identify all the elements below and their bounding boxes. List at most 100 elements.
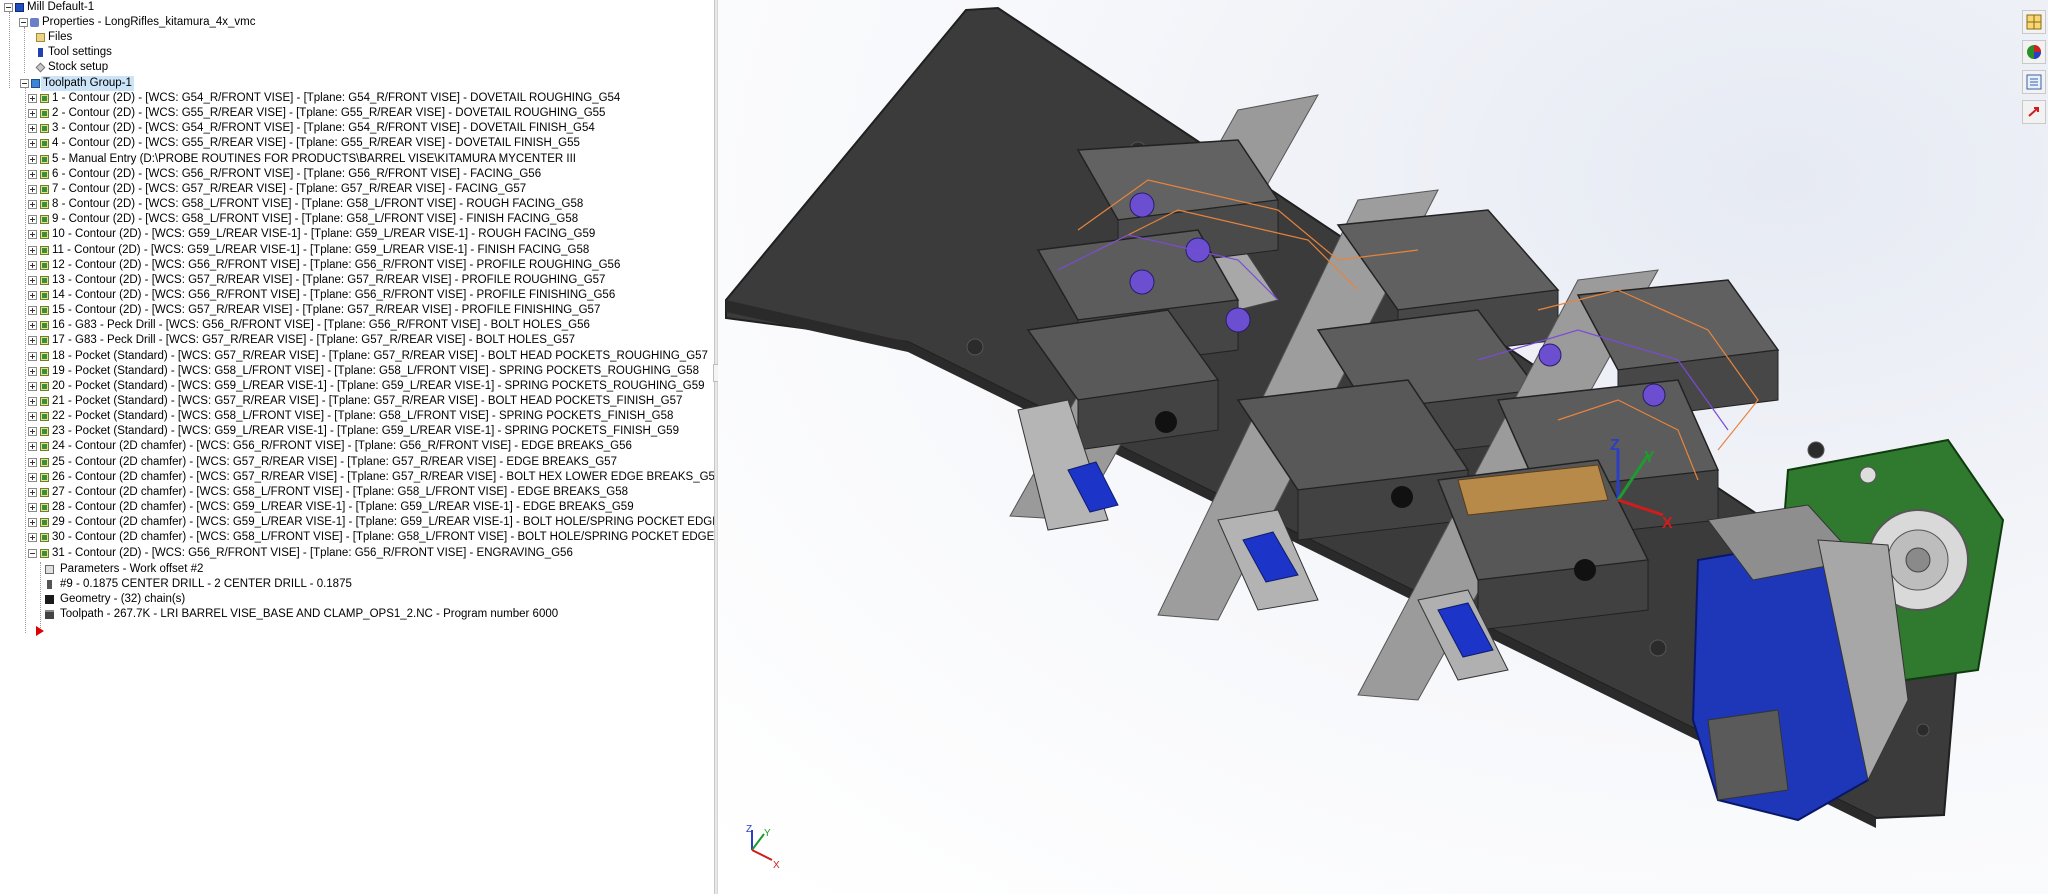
view-cube-icon xyxy=(2026,14,2042,30)
expand-icon[interactable] xyxy=(28,275,37,285)
tree-node-label: 21 - Pocket (Standard) - [WCS: G57_R/REA… xyxy=(52,395,683,407)
tree-node-label: #9 - 0.1875 CENTER DRILL - 2 CENTER DRIL… xyxy=(60,578,352,590)
expand-icon[interactable] xyxy=(28,487,37,497)
operation-icon xyxy=(40,94,49,103)
expand-icon[interactable] xyxy=(28,124,37,134)
expand-icon[interactable] xyxy=(28,457,37,467)
operation-icon xyxy=(40,260,49,270)
expand-icon[interactable] xyxy=(28,472,37,482)
tree-node-label: 17 - G83 - Peck Drill - [WCS: G57_R/REAR… xyxy=(52,334,575,347)
tree-node-label: 5 - Manual Entry (D:\PROBE ROUTINES FOR … xyxy=(52,152,576,165)
tree-node-label: 14 - Contour (2D) - [WCS: G56_R/FRONT VI… xyxy=(52,289,616,301)
expand-icon[interactable] xyxy=(28,427,37,437)
operation-icon xyxy=(40,169,49,179)
tree-node-label: 3 - Contour (2D) - [WCS: G54_R/FRONT VIS… xyxy=(52,122,595,135)
expand-icon[interactable] xyxy=(28,215,37,225)
operation-icon xyxy=(40,245,49,255)
color-button[interactable] xyxy=(2022,40,2046,64)
tree-node-label: Files xyxy=(48,31,73,43)
operation-icon xyxy=(40,503,49,513)
operations-manager-tree: Mill Default-1 Properties - LongRifles_k… xyxy=(0,0,714,894)
red-arrow-button[interactable] xyxy=(2022,100,2046,124)
graphics-viewport[interactable]: Z Y X Z Y X xyxy=(718,0,2048,894)
expand-icon[interactable] xyxy=(28,442,37,452)
list-button[interactable] xyxy=(2022,70,2046,94)
expand-icon[interactable] xyxy=(28,412,37,422)
drill-icon xyxy=(47,580,52,589)
expand-icon[interactable] xyxy=(28,518,37,528)
toolpath-icon xyxy=(45,610,54,619)
expand-icon[interactable] xyxy=(28,336,37,346)
tree-node-label: 2 - Contour (2D) - [WCS: G55_R/REAR VISE… xyxy=(52,107,606,120)
tree-node-label: Geometry - (32) chain(s) xyxy=(60,593,186,605)
list-icon xyxy=(2026,74,2042,90)
expand-icon[interactable] xyxy=(28,200,37,210)
expand-icon[interactable] xyxy=(28,139,37,149)
tree-node-label: 10 - Contour (2D) - [WCS: G59_L/REAR VIS… xyxy=(52,228,596,241)
operation-icon xyxy=(40,548,49,558)
viewport-side-toolbar xyxy=(2018,0,2048,130)
tree-node-label: Stock setup xyxy=(48,61,109,73)
tree-guide xyxy=(25,88,26,633)
expand-icon[interactable] xyxy=(28,169,37,179)
view-cube-button[interactable] xyxy=(2022,10,2046,34)
expand-icon[interactable] xyxy=(28,94,37,103)
tree-node-label: 25 - Contour (2D chamfer) - [WCS: G57_R/… xyxy=(52,455,617,468)
triad-label-x: X xyxy=(773,860,780,871)
color-wheel-icon xyxy=(2027,45,2041,59)
expand-icon[interactable] xyxy=(28,230,37,240)
collapse-icon[interactable] xyxy=(19,18,28,27)
tree-node-label: 27 - Contour (2D chamfer) - [WCS: G58_L/… xyxy=(52,485,629,498)
expand-icon[interactable] xyxy=(28,503,37,513)
tree-node-label: 19 - Pocket (Standard) - [WCS: G58_L/FRO… xyxy=(52,364,699,377)
insert-arrow-icon[interactable] xyxy=(36,626,44,636)
expand-icon[interactable] xyxy=(28,260,37,270)
expand-icon[interactable] xyxy=(28,397,37,406)
folder-icon xyxy=(36,33,45,42)
tree-node-label: 20 - Pocket (Standard) - [WCS: G59_L/REA… xyxy=(52,379,705,392)
expand-icon[interactable] xyxy=(28,154,37,164)
tree-node-label: Toolpath Group-1 xyxy=(41,76,134,91)
axis-label-y: Y xyxy=(1644,449,1655,466)
expand-icon[interactable] xyxy=(28,184,37,194)
tree-node-label: 7 - Contour (2D) - [WCS: G57_R/REAR VISE… xyxy=(52,182,527,195)
operation-icon xyxy=(40,381,49,391)
tree-node-label: 31 - Contour (2D) - [WCS: G56_R/FRONT VI… xyxy=(52,546,573,559)
geometry-icon xyxy=(45,595,54,604)
expand-icon[interactable] xyxy=(28,321,37,331)
expand-icon[interactable] xyxy=(28,109,37,119)
operation-icon xyxy=(40,518,49,528)
expand-icon[interactable] xyxy=(28,366,37,376)
collapse-icon[interactable] xyxy=(20,79,29,88)
operation-icon xyxy=(40,427,49,437)
toolpath-group-icon xyxy=(31,79,40,88)
operation-icon xyxy=(40,397,49,406)
expand-icon[interactable] xyxy=(28,245,37,255)
tree-node-label: 13 - Contour (2D) - [WCS: G57_R/REAR VIS… xyxy=(52,273,606,286)
operation-icon xyxy=(40,291,49,300)
expand-icon[interactable] xyxy=(28,291,37,300)
operation-icon xyxy=(40,412,49,422)
operation-icon xyxy=(40,351,49,361)
tree-node-label: 29 - Contour (2D chamfer) - [WCS: G59_L/… xyxy=(52,516,714,529)
operation-icon xyxy=(40,109,49,119)
operation-icon xyxy=(40,124,49,134)
collapse-icon[interactable] xyxy=(4,3,13,12)
collapse-icon[interactable] xyxy=(28,548,37,558)
tree-node-label: 18 - Pocket (Standard) - [WCS: G57_R/REA… xyxy=(52,349,708,362)
model-view[interactable]: Z Y X Z Y X xyxy=(718,0,2048,894)
operation-icon xyxy=(40,306,49,316)
expand-icon[interactable] xyxy=(28,533,37,543)
tree-node-label: 12 - Contour (2D) - [WCS: G56_R/FRONT VI… xyxy=(52,258,621,271)
tree-node-label: 28 - Contour (2D chamfer) - [WCS: G59_L/… xyxy=(52,501,634,514)
expand-icon[interactable] xyxy=(28,381,37,391)
operation-icon xyxy=(40,457,49,467)
tree-guide xyxy=(40,562,41,632)
expand-icon[interactable] xyxy=(28,306,37,316)
tree-node-label: Tool settings xyxy=(48,46,112,58)
tree-guide xyxy=(9,12,10,88)
operation-icon xyxy=(40,366,49,376)
expand-icon[interactable] xyxy=(28,351,37,361)
operation-icon xyxy=(40,154,49,164)
machine-icon xyxy=(15,3,24,12)
